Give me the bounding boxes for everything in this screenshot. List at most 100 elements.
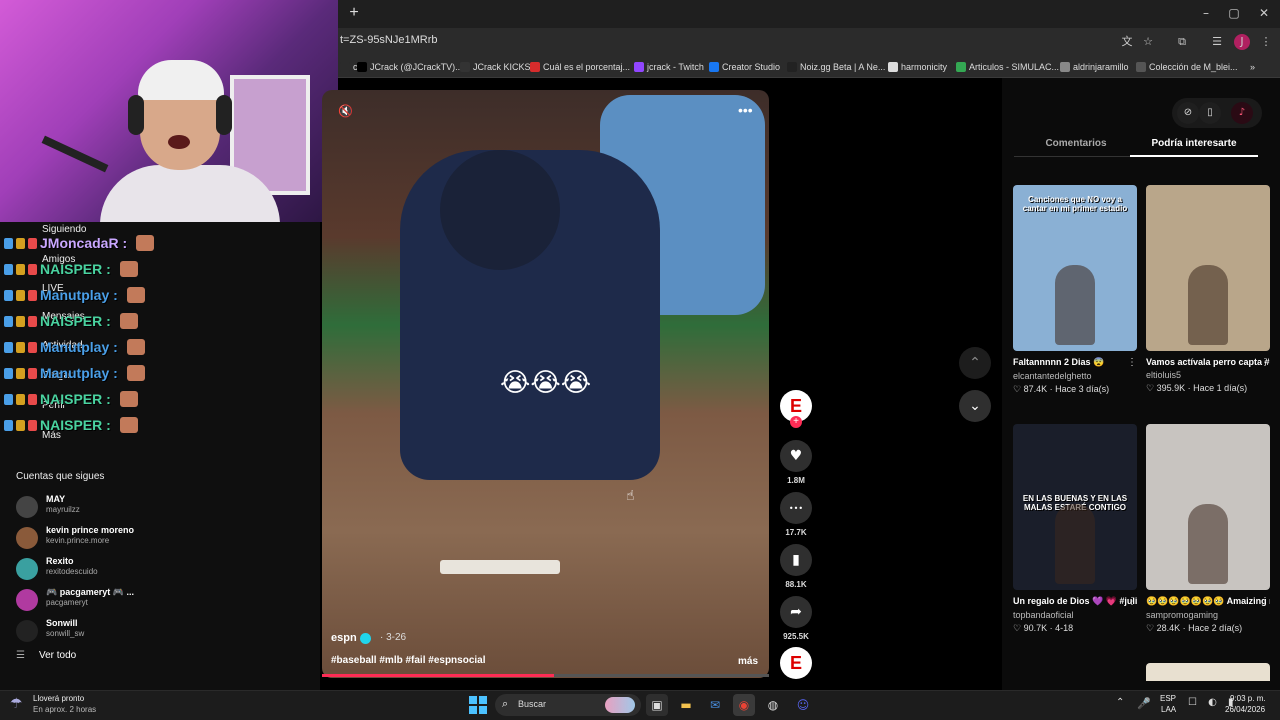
- card-title: Vamos actívala perro capta #eltioluishnv…: [1146, 357, 1270, 367]
- blocked-icon[interactable]: ⊘: [1177, 102, 1199, 124]
- like-button[interactable]: ♥: [780, 440, 812, 472]
- bookmark-item[interactable]: Cuál es el porcentaj...: [530, 60, 630, 74]
- video-thumbnail[interactable]: [1146, 185, 1270, 351]
- list-icon: ☰: [16, 650, 25, 661]
- card-more-options-icon[interactable]: ⋮: [1260, 357, 1270, 368]
- card-username[interactable]: topbandaoficial: [1013, 610, 1137, 620]
- chat-badge-icon: [4, 289, 13, 301]
- taskbar-app-icon[interactable]: ▬: [675, 694, 697, 716]
- bookmark-label: jcrack - Twitch: [647, 62, 704, 72]
- bookmark-button[interactable]: ▮: [780, 544, 812, 576]
- microphone-icon[interactable]: 🎤: [1137, 697, 1151, 710]
- bookmark-label: Colección de M_blei...: [1149, 62, 1238, 72]
- taskbar-app-icon[interactable]: ◉: [733, 694, 755, 716]
- card-more-options-icon[interactable]: ⋮: [1260, 596, 1270, 607]
- bookmark-item[interactable]: Creator Studio: [709, 60, 780, 74]
- clock-time[interactable]: 9:03 p. m.: [1230, 694, 1266, 703]
- chat-badge-icon: [28, 367, 37, 379]
- taskbar-app-icon[interactable]: ☺: [792, 694, 814, 716]
- followed-account[interactable]: kevin prince moreno kevin.prince.more: [16, 525, 316, 551]
- see-all-label: Ver todo: [38, 650, 77, 661]
- menu-icon[interactable]: ⋮: [1258, 34, 1274, 50]
- tab-podria-interesarte[interactable]: Podría interesarte: [1130, 138, 1258, 149]
- recommended-video-card[interactable]: Vamos actívala perro capta #eltioluishnv…: [1146, 185, 1270, 394]
- bookmark-item[interactable]: JCrack KICKS: [460, 60, 531, 74]
- video-thumbnail[interactable]: [1146, 424, 1270, 590]
- bookmarks-overflow-icon[interactable]: »: [1250, 60, 1255, 74]
- bookmark-item[interactable]: Noiz.gg Beta | A Ne...: [787, 60, 885, 74]
- next-video-button[interactable]: ⌄: [959, 390, 991, 422]
- windows-start-icon[interactable]: [469, 696, 487, 714]
- input-language[interactable]: ESP: [1160, 694, 1176, 703]
- bookmark-favicon-icon: [530, 62, 540, 72]
- chat-badge-icon: [16, 237, 25, 249]
- tiktok-icon[interactable]: ♪: [1231, 102, 1253, 124]
- video-hashtags[interactable]: #baseball #mlb #fail #espnsocial: [331, 655, 486, 666]
- sound-disc[interactable]: E: [780, 647, 812, 679]
- followed-account[interactable]: Rexito rexitodescuido: [16, 556, 316, 582]
- chat-badge-icon: [28, 237, 37, 249]
- weather-rain-icon[interactable]: ☂: [10, 696, 23, 712]
- card-username[interactable]: eltioluis5: [1146, 370, 1270, 380]
- chat-emote-icon: [126, 365, 145, 381]
- webcam-microphone: [41, 135, 109, 173]
- chat-badge-icon: [28, 419, 37, 431]
- tray-overflow-chevron-icon[interactable]: ⌃: [1116, 697, 1124, 708]
- bookmark-item[interactable]: harmonicity: [888, 60, 947, 74]
- video-more-options-icon[interactable]: •••: [738, 102, 753, 118]
- card-more-options-icon[interactable]: ⋮: [1127, 357, 1137, 368]
- previous-video-button[interactable]: ⌃: [959, 347, 991, 379]
- minimize-button[interactable]: –: [1196, 4, 1216, 22]
- video-caption-emoji: 😭😭😭: [500, 368, 592, 398]
- phone-icon[interactable]: ▯: [1199, 102, 1221, 124]
- bookmark-star-icon[interactable]: ☆: [1140, 34, 1156, 50]
- bookmark-item[interactable]: Articulos - SIMULAC...: [956, 60, 1059, 74]
- video-thumbnail[interactable]: EN LAS BUENAS Y EN LAS MALAS ESTARÉ CONT…: [1013, 424, 1137, 590]
- recommended-video-card[interactable]: 🥹🥹🥹🥹🥹🥹🥹 Amaizing moment 🥹🥹... sampromogam…: [1146, 424, 1270, 634]
- reading-list-icon[interactable]: ☰: [1209, 34, 1225, 50]
- card-username[interactable]: sampromogaming: [1146, 610, 1270, 620]
- bookmark-item[interactable]: aldrinjaramillo: [1060, 60, 1129, 74]
- see-all-link[interactable]: ☰ Ver todo: [16, 650, 136, 666]
- chat-message: Manutplay :: [4, 285, 145, 305]
- profile-avatar[interactable]: J: [1234, 34, 1250, 50]
- video-thumbnail[interactable]: Canciones que NO voy a cantar en mi prim…: [1013, 185, 1137, 351]
- url-text[interactable]: t=ZS-95sNJe1MRrb: [340, 34, 438, 46]
- card-more-options-icon[interactable]: ⋮: [1127, 596, 1137, 607]
- video-home-plate: [440, 560, 560, 574]
- chat-badge-icon: [4, 263, 13, 275]
- close-window-button[interactable]: ✕: [1254, 4, 1274, 22]
- chat-message: NAISPER :: [4, 259, 138, 279]
- chat-emote-icon: [126, 287, 145, 303]
- bookmark-label: JCrack KICKS: [473, 62, 531, 72]
- bookmark-favicon-icon: [709, 62, 719, 72]
- bookmark-item[interactable]: JCrack (@JCrackTV)...: [357, 60, 463, 74]
- video-more-link[interactable]: más: [738, 656, 758, 667]
- followed-account[interactable]: MAY mayruilzz: [16, 494, 316, 520]
- followed-account[interactable]: Sonwill sonwill_sw: [16, 618, 316, 644]
- next-card-thumbnail-peek[interactable]: [1146, 663, 1270, 681]
- volume-icon[interactable]: 🔇: [338, 104, 353, 118]
- webcam-mouth: [168, 135, 190, 149]
- taskbar-app-icon[interactable]: ◍: [762, 694, 784, 716]
- follow-plus-button[interactable]: +: [790, 416, 802, 428]
- restore-button[interactable]: ▢: [1224, 4, 1244, 22]
- comment-button[interactable]: •••: [780, 492, 812, 524]
- share-button[interactable]: ➦: [780, 596, 812, 628]
- recommended-video-card[interactable]: EN LAS BUENAS Y EN LAS MALAS ESTARÉ CONT…: [1013, 424, 1137, 634]
- weather-title[interactable]: Lloverá pronto: [33, 694, 84, 703]
- bookmark-item[interactable]: Colección de M_blei...: [1136, 60, 1238, 74]
- card-username[interactable]: elcantantedelghetto: [1013, 371, 1137, 381]
- tab-comments[interactable]: Comentarios: [1014, 138, 1138, 149]
- translate-icon[interactable]: 文: [1119, 34, 1135, 50]
- followed-account[interactable]: 🎮 pacgameryt 🎮 ... pacgameryt: [16, 587, 316, 613]
- bookmark-item[interactable]: jcrack - Twitch: [634, 60, 704, 74]
- card-title: 🥹🥹🥹🥹🥹🥹🥹 Amaizing moment 🥹🥹...: [1146, 596, 1270, 606]
- chat-badge-icon: [4, 367, 13, 379]
- taskbar-app-icon[interactable]: ▣: [646, 694, 668, 716]
- video-author-name[interactable]: espn: [331, 632, 357, 644]
- new-tab-button[interactable]: +: [346, 4, 362, 22]
- recommended-video-card[interactable]: Canciones que NO voy a cantar en mi prim…: [1013, 185, 1137, 395]
- taskbar-app-icon[interactable]: ✉: [704, 694, 726, 716]
- extensions-icon[interactable]: ⧉: [1174, 34, 1190, 50]
